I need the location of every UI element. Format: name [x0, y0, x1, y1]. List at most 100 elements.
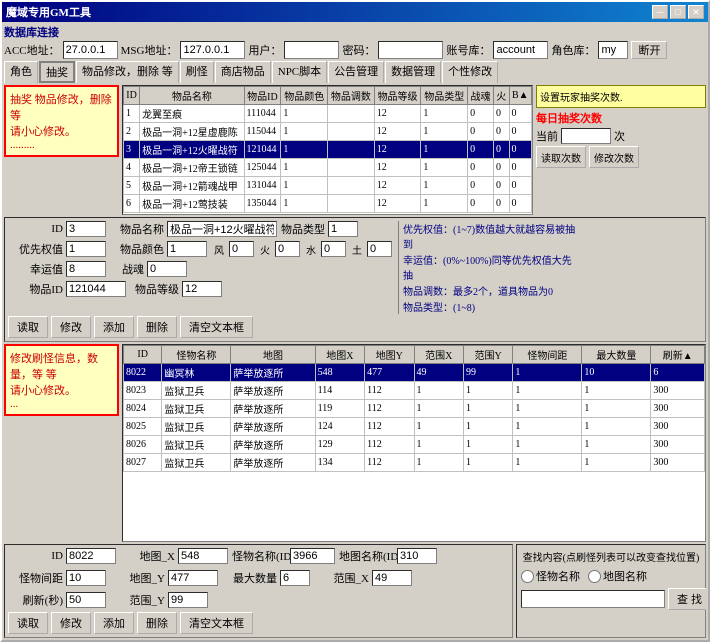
tab-announce[interactable]: 公告管理 [328, 61, 384, 83]
table-row[interactable]: 8027监狱卫兵萨举放逐所1341121111300 [124, 454, 705, 472]
item-clear-button[interactable]: 清空文本框 [180, 316, 253, 338]
m-mapy-label: 地图_Y [110, 570, 165, 586]
m-edit-row-max: 最大数量 [222, 570, 310, 586]
table-row[interactable]: 5极品一洞+12箭魂战甲1310441121000 [124, 177, 532, 195]
tab-personal[interactable]: 个性修改 [442, 61, 498, 83]
table-row[interactable]: 8022幽冥林萨举放逐所54847749991106 [124, 364, 705, 382]
maximize-button[interactable]: □ [670, 5, 686, 19]
item-id-input[interactable] [66, 281, 126, 297]
table-row[interactable]: 8024监狱卫兵萨举放逐所1191121111300 [124, 400, 705, 418]
table-row[interactable]: 3极品一洞+12火曜战符1210441121000 [124, 141, 532, 159]
title-bar: 魔域专用GM工具 ─ □ ✕ [2, 2, 708, 22]
m-col-map: 地图 [231, 346, 315, 364]
m-clear-button[interactable]: 清空文本框 [180, 612, 253, 634]
edit-row-itemid: 物品ID 物品等级 [8, 281, 392, 297]
earth-input[interactable] [367, 241, 392, 257]
zhanhun-input[interactable] [147, 261, 187, 277]
m-rangex-input[interactable] [372, 570, 412, 586]
id-input[interactable] [66, 221, 106, 237]
m-add-button[interactable]: 添加 [94, 612, 134, 634]
connect-button[interactable]: 断开 [631, 41, 667, 59]
name-input[interactable] [167, 221, 277, 237]
tab-npc[interactable]: NPC脚本 [272, 61, 327, 83]
m-id-input[interactable] [66, 548, 116, 564]
item-del-button[interactable]: 删除 [137, 316, 177, 338]
radio-monster-label: 怪物名称 [521, 568, 580, 584]
msg-addr-input[interactable] [180, 41, 245, 59]
search-input[interactable] [521, 590, 665, 608]
m-mapy-input[interactable] [168, 570, 218, 586]
m-edit-row-rangex: 范围_X [314, 570, 412, 586]
close-button[interactable]: ✕ [688, 5, 704, 19]
item-add-button[interactable]: 添加 [94, 316, 134, 338]
col-b: B▲ [509, 87, 531, 105]
m-edit-row-id: ID [8, 548, 116, 564]
lottery-daily-row: 每日抽奖次数 [536, 110, 706, 126]
m-refresh-input[interactable] [66, 592, 106, 608]
role-input[interactable] [598, 41, 628, 59]
search-button[interactable]: 查 找 [668, 588, 706, 610]
lottery-edit-button[interactable]: 修改次数 [589, 146, 639, 168]
col-count: 物品调数 [328, 87, 375, 105]
table-row[interactable]: 8023监狱卫兵萨举放逐所1141121111300 [124, 382, 705, 400]
table-row[interactable]: 8026监狱卫兵萨举放逐所1291121111300 [124, 436, 705, 454]
item-table-container[interactable]: ID 物品名称 物品ID 物品颜色 物品调数 物品等级 物品类型 战魂 火 B▲ [122, 85, 533, 215]
m-edit-button[interactable]: 修改 [51, 612, 91, 634]
pwd-input[interactable] [378, 41, 443, 59]
item-table: ID 物品名称 物品ID 物品颜色 物品调数 物品等级 物品类型 战魂 火 B▲ [123, 86, 532, 213]
priority-label: 优先权值 [8, 241, 63, 257]
col-type: 物品类型 [421, 87, 468, 105]
acc-addr-input[interactable] [63, 41, 118, 59]
priority-input[interactable] [66, 241, 106, 257]
monster-table-container[interactable]: ID 怪物名称 地图 地图X 地图Y 范围X 范围Y 怪物间距 最大数量 刷新▲ [122, 344, 706, 542]
fire-input[interactable] [275, 241, 300, 257]
lottery-current-input[interactable] [561, 128, 611, 144]
radio-monster[interactable] [521, 570, 534, 583]
db-section-label: 数据库连接 [4, 24, 706, 40]
tab-data[interactable]: 数据管理 [385, 61, 441, 83]
m-mapx-input[interactable] [178, 548, 228, 564]
table-row[interactable]: 8025监狱卫兵萨举放逐所1241121111300 [124, 418, 705, 436]
m-mapname-input[interactable] [397, 548, 437, 564]
type-input[interactable] [328, 221, 358, 237]
luck-input[interactable] [66, 261, 106, 277]
earth-label: 土 [352, 242, 362, 257]
user-input[interactable] [284, 41, 339, 59]
window-controls: ─ □ ✕ [652, 5, 704, 19]
main-tabs: 角色 抽奖 物品修改，删除 等 刷怪 商店物品 NPC脚本 公告管理 数据管理 … [4, 61, 706, 83]
wind-input[interactable] [229, 241, 254, 257]
luck-label: 幸运值 [8, 261, 63, 277]
item-edit-button[interactable]: 修改 [51, 316, 91, 338]
water-input[interactable] [321, 241, 346, 257]
m-max-input[interactable] [280, 570, 310, 586]
tab-item[interactable]: 物品修改，删除 等 [76, 61, 179, 83]
tab-lottery[interactable]: 抽奖 [39, 61, 75, 83]
radio-map[interactable] [588, 570, 601, 583]
tab-monster[interactable]: 刷怪 [180, 61, 214, 83]
minimize-button[interactable]: ─ [652, 5, 668, 19]
hint4: 物品类型：(1~8) [403, 299, 578, 314]
color-input[interactable] [167, 241, 207, 257]
table-row[interactable]: 1龙翼至痕1110441121000 [124, 105, 532, 123]
m-dist-input[interactable] [66, 570, 106, 586]
tab-shop[interactable]: 商店物品 [215, 61, 271, 83]
item-read-button[interactable]: 读取 [8, 316, 48, 338]
table-row[interactable]: 6极品一洞+12莺技装1350441121000 [124, 195, 532, 213]
table-row[interactable]: 2极品一洞+12星虚鹿陈1150441121000 [124, 123, 532, 141]
id-label: ID [8, 223, 63, 235]
m-read-button[interactable]: 读取 [8, 612, 48, 634]
db-input[interactable] [493, 41, 548, 59]
lottery-read-button[interactable]: 读取次数 [536, 146, 586, 168]
m-del-button[interactable]: 删除 [137, 612, 177, 634]
db-label: 账号库： [446, 42, 490, 58]
m-rangey-input[interactable] [168, 592, 208, 608]
monster-table: ID 怪物名称 地图 地图X 地图Y 范围X 范围Y 怪物间距 最大数量 刷新▲ [123, 345, 705, 472]
level-input[interactable] [182, 281, 222, 297]
tab-role[interactable]: 角色 [4, 61, 38, 83]
type-label: 物品类型 [280, 221, 325, 237]
m-name-input[interactable] [290, 548, 335, 564]
msg-addr-label: MSG地址： [121, 42, 178, 58]
lottery-current-unit: 次 [614, 128, 625, 144]
m-name-label: 怪物名称(ID) [232, 548, 287, 564]
table-row[interactable]: 4极品一洞+12帝王锁链1250441121000 [124, 159, 532, 177]
